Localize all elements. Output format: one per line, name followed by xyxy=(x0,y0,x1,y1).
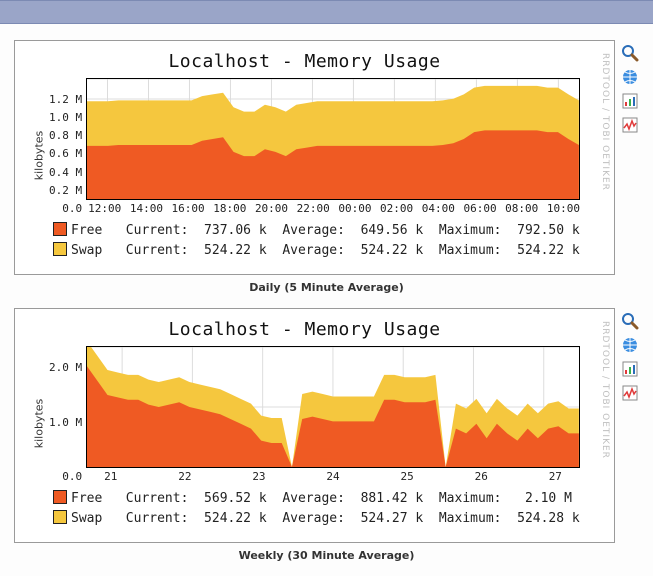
legend-row: Free Current: 737.06 k Average: 649.56 k… xyxy=(53,221,580,241)
legend-text: Swap Current: 524.22 k Average: 524.22 k… xyxy=(71,243,580,258)
legend-text: Free Current: 569.52 k Average: 881.42 k… xyxy=(71,491,572,506)
legend-swatch xyxy=(53,222,67,236)
daily-chart-panel: RRDTOOL / TOBI OETIKER Localhost - Memor… xyxy=(14,40,615,275)
tool-column xyxy=(615,40,639,134)
zoom-icon[interactable] xyxy=(621,312,639,330)
top-bar xyxy=(0,0,653,24)
legend: Free Current: 569.52 k Average: 881.42 k… xyxy=(29,489,580,528)
legend-row: Swap Current: 524.22 k Average: 524.27 k… xyxy=(53,509,580,529)
legend-swatch xyxy=(53,510,67,524)
x-axis-ticks: 12:0014:0016:0018:0020:0022:0000:0002:00… xyxy=(86,200,580,215)
legend-text: Swap Current: 524.22 k Average: 524.27 k… xyxy=(71,511,580,526)
legend-row: Swap Current: 524.22 k Average: 524.22 k… xyxy=(53,241,580,261)
zoom-icon[interactable] xyxy=(621,44,639,62)
chart-title: Localhost - Memory Usage xyxy=(29,319,580,340)
weekly-chart-panel: RRDTOOL / TOBI OETIKER Localhost - Memor… xyxy=(14,308,615,543)
y-axis-label: kilobytes xyxy=(33,130,46,180)
chart-caption: Weekly (30 Minute Average) xyxy=(14,549,639,562)
chart-caption: Daily (5 Minute Average) xyxy=(14,281,639,294)
chart-icon[interactable] xyxy=(621,360,639,378)
weekly-plot xyxy=(86,346,580,468)
globe-icon[interactable] xyxy=(621,336,639,354)
activity-icon[interactable] xyxy=(621,116,639,134)
daily-plot xyxy=(86,78,580,200)
legend-swatch xyxy=(53,490,67,504)
tool-column xyxy=(615,308,639,402)
legend-row: Free Current: 569.52 k Average: 881.42 k… xyxy=(53,489,580,509)
watermark: RRDTOOL / TOBI OETIKER xyxy=(600,53,610,191)
y-axis-ticks: 1.2 M1.0 M0.8 M0.6 M0.4 M0.2 M0.0 xyxy=(49,93,86,215)
chart-icon[interactable] xyxy=(621,92,639,110)
y-axis-label: kilobytes xyxy=(33,398,46,448)
globe-icon[interactable] xyxy=(621,68,639,86)
chart-title: Localhost - Memory Usage xyxy=(29,51,580,72)
x-axis-ticks: 21222324252627 xyxy=(86,468,580,483)
activity-icon[interactable] xyxy=(621,384,639,402)
watermark: RRDTOOL / TOBI OETIKER xyxy=(600,321,610,459)
legend-swatch xyxy=(53,242,67,256)
y-axis-ticks: 2.0 M1.0 M0.0 xyxy=(49,361,86,483)
legend-text: Free Current: 737.06 k Average: 649.56 k… xyxy=(71,223,580,238)
legend: Free Current: 737.06 k Average: 649.56 k… xyxy=(29,221,580,260)
